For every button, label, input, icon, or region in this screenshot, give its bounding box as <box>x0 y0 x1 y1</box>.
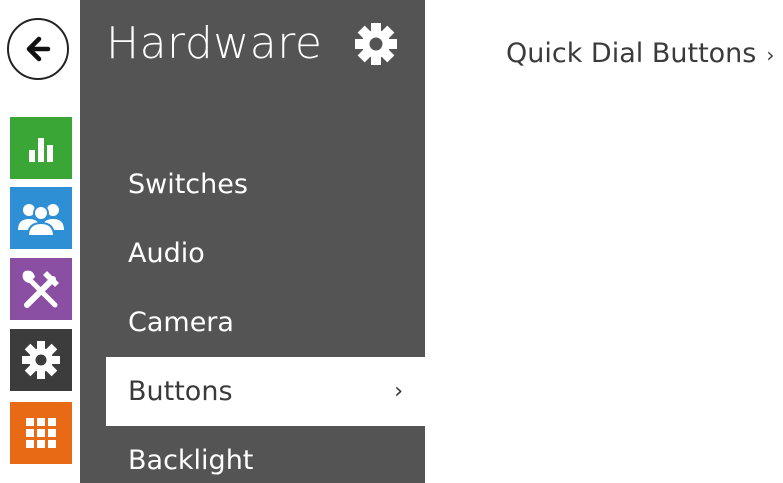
menu-item-camera[interactable]: Camera <box>80 288 425 357</box>
menu-item-label: Buttons <box>128 376 233 407</box>
gear-icon[interactable] <box>352 20 400 68</box>
menu-item-switches[interactable]: Switches <box>80 150 425 219</box>
hardware-menu: Switches Audio Camera Buttons › Backligh… <box>80 150 425 483</box>
services-gear-icon[interactable] <box>10 329 72 391</box>
hardware-tools-icon[interactable] <box>10 258 72 320</box>
quick-dial-buttons-link[interactable]: Quick Dial Buttons › <box>506 38 774 69</box>
system-grid-icon[interactable] <box>10 402 72 464</box>
panel-title: Hardware <box>106 18 323 69</box>
arrow-left-icon <box>26 36 51 62</box>
menu-item-label: Switches <box>128 169 248 200</box>
menu-item-backlight[interactable]: Backlight <box>80 426 425 483</box>
submenu-link-label: Quick Dial Buttons <box>506 38 757 69</box>
chevron-right-icon: › <box>394 379 403 404</box>
chevron-right-icon: › <box>766 43 775 67</box>
status-icon[interactable] <box>10 117 72 179</box>
menu-item-label: Backlight <box>128 445 254 476</box>
menu-item-buttons[interactable]: Buttons › <box>106 357 425 426</box>
menu-item-label: Audio <box>128 238 205 269</box>
back-button[interactable] <box>7 18 69 80</box>
menu-item-audio[interactable]: Audio <box>80 219 425 288</box>
hardware-panel: Hardware Switches Audio Camera Buttons › <box>80 0 425 483</box>
directory-icon[interactable] <box>10 187 72 249</box>
menu-item-label: Camera <box>128 307 234 338</box>
